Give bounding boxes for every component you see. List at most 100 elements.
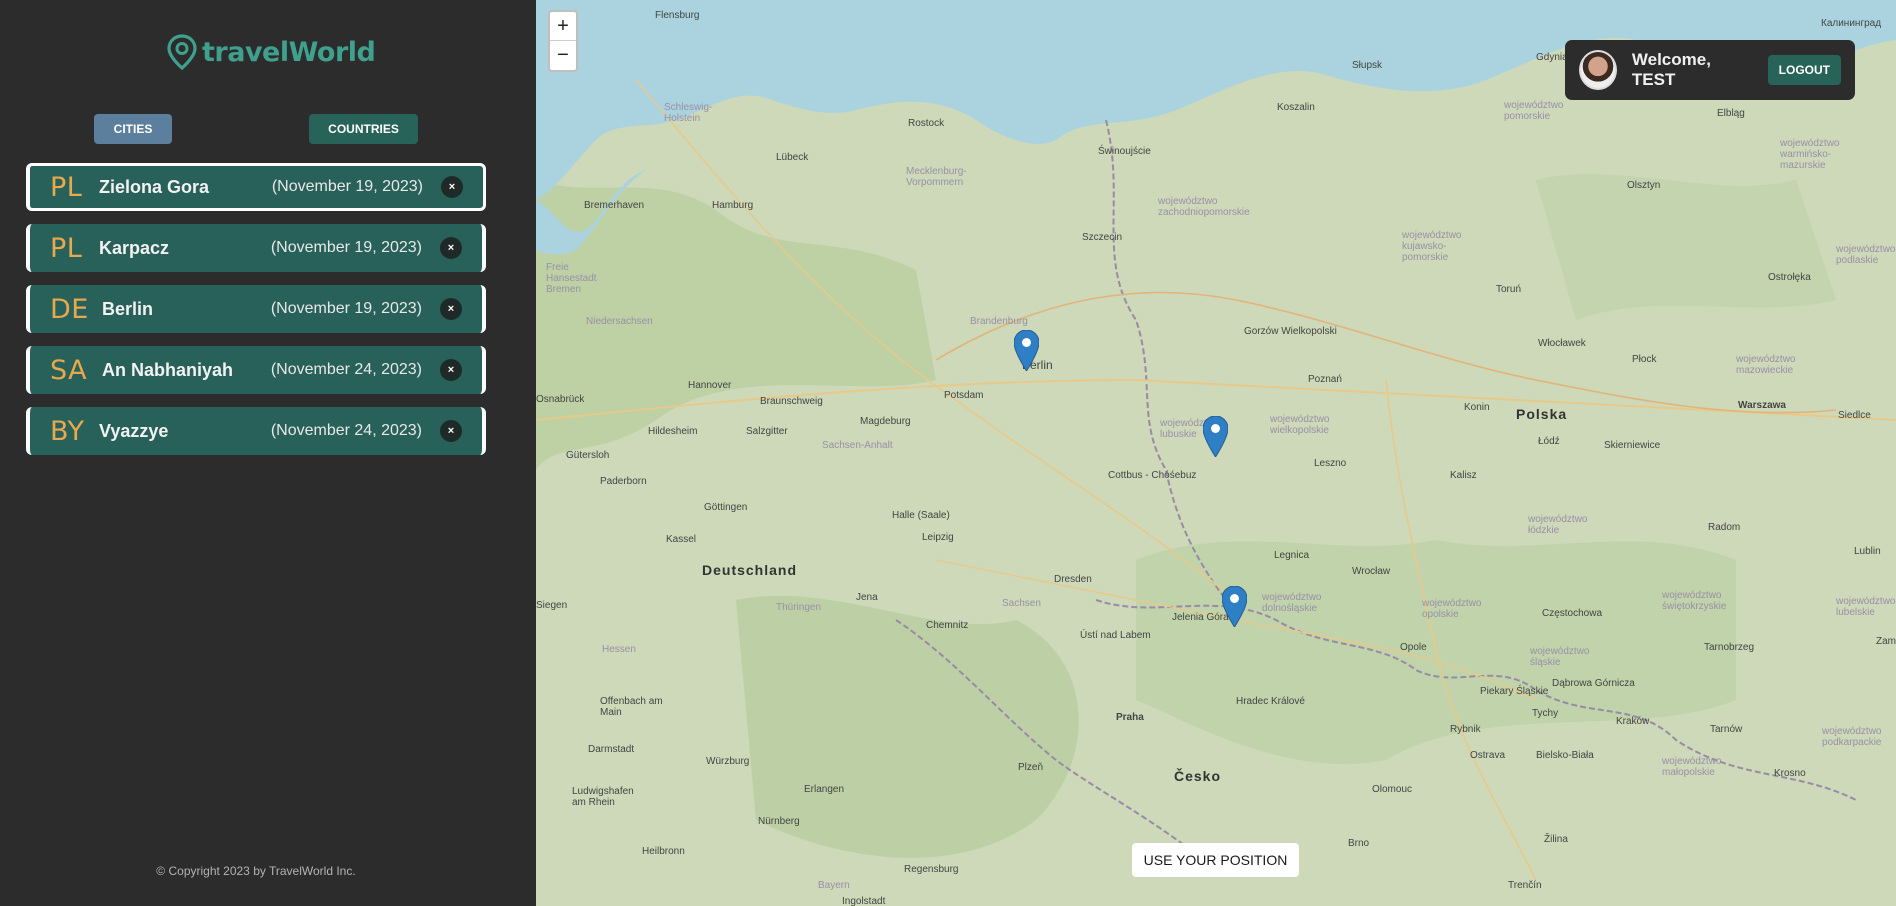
user-panel: Welcome, TEST LOGOUT — [1565, 40, 1855, 100]
map-label-skierniewice: Skierniewice — [1604, 440, 1661, 451]
map-label-radom: Radom — [1708, 522, 1741, 533]
logo-text: travelWorld — [202, 36, 376, 68]
map-label-podlaskie: województwo podlaskie — [1836, 244, 1896, 266]
city-date: (November 19, 2023) — [270, 300, 422, 317]
map-label-opole: Opole — [1400, 642, 1427, 653]
map-label-osnabruck: Osnabrück — [536, 394, 585, 405]
map-label-warminsko: województwo warmińsko-mazurskie — [1780, 138, 1840, 171]
map-label-wloclawek: Włocławek — [1538, 338, 1586, 349]
map-label-trencin: Trenčín — [1508, 880, 1542, 891]
map-label-szczecin: Szczecin — [1082, 232, 1123, 243]
tab-countries[interactable]: COUNTRIES — [309, 114, 418, 144]
map-label-halle: Halle (Saale) — [892, 510, 950, 521]
map-label-mecklenburg: Mecklenburg-Vorpommern — [906, 166, 967, 188]
map-label-gorzow: Gorzów Wielkopolski — [1244, 326, 1337, 337]
city-name: Zielona Gora — [99, 176, 210, 197]
remove-city-button[interactable]: × — [440, 298, 462, 320]
map-label-siegen: Siegen — [536, 600, 568, 611]
map-marker-karpacz[interactable] — [1222, 586, 1247, 627]
map-label-gdynia: Gdynia — [1536, 52, 1568, 63]
tab-cities[interactable]: CITIES — [94, 114, 172, 144]
logout-button[interactable]: LOGOUT — [1767, 55, 1841, 85]
map-label-potsdam: Potsdam — [944, 390, 984, 401]
use-position-button[interactable]: USE YOUR POSITION — [1132, 843, 1299, 877]
map-marker-zielona-gora[interactable] — [1203, 416, 1228, 457]
map[interactable]: Flensburg Słupsk Gdynia Калининград Schl… — [536, 0, 1896, 906]
zoom-out-button[interactable]: − — [550, 41, 576, 70]
map-label-wielkopolskie: województwo wielkopolskie — [1270, 414, 1330, 436]
map-label-paderborn: Paderborn — [600, 476, 647, 487]
avatar — [1579, 50, 1617, 90]
map-label-kassel: Kassel — [666, 534, 697, 545]
city-item[interactable]: PL Karpacz (November 19, 2023) × — [26, 224, 486, 272]
map-label-darmstadt: Darmstadt — [588, 744, 635, 755]
map-label-cottbus: Cottbus - Chóśebuz — [1108, 470, 1197, 481]
map-label-torun: Toruń — [1496, 284, 1522, 295]
remove-city-button[interactable]: × — [441, 176, 463, 198]
map-marker-berlin[interactable] — [1014, 330, 1039, 371]
map-label-koszalin: Koszalin — [1277, 102, 1315, 113]
map-label-gutersloh: Gütersloh — [566, 450, 610, 461]
map-label-heilbronn: Heilbronn — [642, 846, 685, 857]
logo[interactable]: travelWorld — [166, 34, 376, 70]
map-label-hessen: Hessen — [602, 644, 636, 655]
map-label-lubelskie: województwo lubelskie — [1836, 596, 1896, 618]
map-label-schleswig: Schleswig-Holstein — [664, 102, 713, 124]
map-label-dresden: Dresden — [1054, 574, 1092, 585]
map-label-podkarpackie: województwo podkarpackie — [1822, 726, 1882, 748]
map-label-lodzkie: województwo łódzkie — [1528, 514, 1588, 536]
map-label-leszno: Leszno — [1314, 458, 1347, 469]
map-label-hradec: Hradec Králové — [1236, 696, 1305, 707]
map-label-rybnik: Rybnik — [1450, 724, 1481, 735]
map-label-elblag: Elbląg — [1717, 108, 1745, 119]
map-label-sachsen: Sachsen — [1002, 598, 1041, 609]
city-date: (November 24, 2023) — [270, 422, 422, 439]
map-label-piekary: Piekary Śląskie — [1480, 686, 1549, 697]
map-label-lodz: Łódź — [1538, 436, 1560, 447]
map-label-deutschland: Deutschland — [702, 562, 798, 578]
map-label-bremen: Freie Hansestadt Bremen — [546, 262, 597, 295]
map-label-ludwigshafen: Ludwigshafen am Rhein — [572, 786, 634, 808]
map-label-swietokrzyskie: województwo świętokrzyskie — [1662, 590, 1727, 612]
map-label-krosno: Krosno — [1774, 768, 1806, 779]
map-label-opolskie: województwo opolskie — [1422, 598, 1482, 620]
map-label-flensburg: Flensburg — [655, 10, 700, 21]
city-name: Berlin — [102, 298, 154, 319]
city-item[interactable]: BY Vyazzye (November 24, 2023) × — [26, 407, 486, 455]
map-label-swinoujscie: Świnoujście — [1098, 146, 1151, 157]
map-label-mazowieckie: województwo mazowieckie — [1736, 354, 1796, 376]
city-item[interactable]: SA An Nabhaniyah (November 24, 2023) × — [26, 346, 486, 394]
city-item[interactable]: DE Berlin (November 19, 2023) × — [26, 285, 486, 333]
map-label-slaskie: województwo śląskie — [1530, 646, 1590, 668]
map-label-zachodniopomorskie: województwo zachodniopomorskie — [1158, 196, 1250, 218]
map-label-gottingen: Göttingen — [704, 502, 748, 513]
map-label-dolnoslaskie: województwo dolnośląskie — [1262, 592, 1322, 614]
map-label-plzen: Plzeň — [1018, 762, 1044, 773]
map-label-erlangen: Erlangen — [804, 784, 845, 795]
map-label-wurzburg: Würzburg — [706, 756, 750, 767]
map-label-bayern: Bayern — [818, 880, 850, 891]
map-label-zamosc: Zam — [1876, 636, 1896, 647]
country-code: SA — [50, 354, 88, 386]
map-label-olomouc: Olomouc — [1372, 784, 1413, 795]
map-label-hannover: Hannover — [688, 380, 732, 391]
country-code: BY — [50, 415, 85, 447]
zoom-in-button[interactable]: + — [550, 12, 576, 41]
map-label-thuringen: Thüringen — [776, 602, 822, 613]
map-label-jelenia: Jelenia Góra — [1172, 612, 1229, 623]
map-label-regensburg: Regensburg — [904, 864, 959, 875]
city-item[interactable]: PL Zielona Gora (November 19, 2023) × — [26, 163, 486, 211]
map-label-brandenburg: Brandenburg — [970, 316, 1028, 327]
city-date: (November 19, 2023) — [271, 178, 423, 195]
remove-city-button[interactable]: × — [440, 359, 462, 381]
map-label-plock: Płock — [1632, 354, 1657, 365]
map-label-magdeburg: Magdeburg — [860, 416, 911, 427]
remove-city-button[interactable]: × — [440, 420, 462, 442]
map-label-rostock: Rostock — [908, 118, 945, 129]
map-label-tarnow: Tarnów — [1710, 724, 1743, 735]
map-label-nurnberg: Nürnberg — [758, 816, 800, 827]
map-label-ostroleka: Ostrołęka — [1768, 272, 1811, 283]
remove-city-button[interactable]: × — [440, 237, 462, 259]
map-label-sachsen-anhalt: Sachsen-Anhalt — [822, 440, 893, 451]
country-code: PL — [50, 171, 83, 203]
